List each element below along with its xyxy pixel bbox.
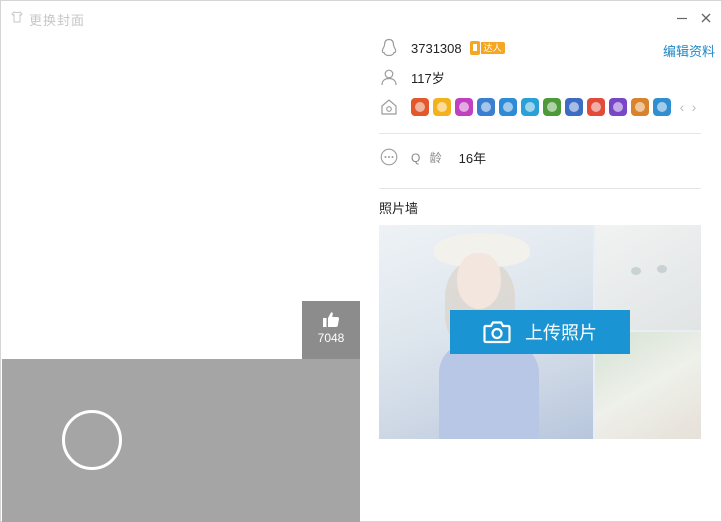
person-icon	[379, 67, 399, 87]
divider	[379, 133, 701, 134]
info-panel: 3731308 达人 编辑资料 117岁 ‹ › Q 龄 16年 照片墙 上传照…	[361, 35, 722, 522]
shirt-icon	[11, 11, 23, 23]
badges-row: ‹ ›	[379, 96, 699, 118]
home-star-icon	[379, 97, 399, 117]
badge-1-icon[interactable]	[411, 98, 429, 116]
age-value: 117岁	[411, 70, 445, 86]
q-age-row: Q 龄 16年	[379, 146, 486, 168]
window-title: 更换封面	[29, 13, 86, 28]
mobile-icon	[469, 41, 480, 55]
more-dots-icon	[379, 147, 399, 167]
daren-badge[interactable]: 达人	[469, 41, 505, 55]
badge-10-icon[interactable]	[609, 98, 627, 116]
penguin-icon	[379, 38, 399, 58]
badge-8-icon[interactable]	[565, 98, 583, 116]
upload-photo-label: 上传照片	[525, 323, 597, 343]
title-bar: 更换封面	[1, 1, 721, 35]
close-icon	[701, 13, 711, 23]
badge-11-icon[interactable]	[631, 98, 649, 116]
badge-6-icon[interactable]	[521, 98, 539, 116]
camera-icon	[483, 321, 511, 344]
photo-wall: 上传照片	[379, 225, 701, 439]
minimize-button[interactable]	[671, 7, 693, 29]
badge-9-icon[interactable]	[587, 98, 605, 116]
cover-panel[interactable]: 7048	[2, 35, 360, 522]
avatar[interactable]	[62, 410, 122, 470]
q-age-value: 16年	[458, 150, 487, 166]
daren-tag: 达人	[480, 42, 505, 54]
badges-prev-button[interactable]: ‹	[677, 99, 687, 115]
edit-profile-link[interactable]: 编辑资料	[663, 41, 715, 60]
profile-window: 更换封面 7048 3731308 达人 编辑资料 117岁 ‹ › Q 龄 1…	[0, 0, 722, 522]
badge-12-icon[interactable]	[653, 98, 671, 116]
qq-number: 3731308	[411, 40, 462, 56]
badge-5-icon[interactable]	[499, 98, 517, 116]
age-row: 117岁	[379, 66, 445, 88]
badges-next-button[interactable]: ›	[689, 99, 699, 115]
close-button[interactable]	[695, 7, 717, 29]
cover-bottom-band	[2, 359, 360, 522]
like-button[interactable]: 7048	[302, 301, 360, 359]
qq-number-row: 3731308 达人 编辑资料	[379, 37, 719, 59]
upload-photo-button[interactable]: 上传照片	[450, 310, 630, 354]
minimize-icon	[677, 17, 687, 20]
photo-wall-title: 照片墙	[379, 201, 419, 216]
service-badges	[411, 98, 675, 116]
badge-7-icon[interactable]	[543, 98, 561, 116]
thumbs-up-icon	[323, 312, 340, 327]
badge-2-icon[interactable]	[433, 98, 451, 116]
badge-4-icon[interactable]	[477, 98, 495, 116]
badge-3-icon[interactable]	[455, 98, 473, 116]
divider	[379, 188, 701, 189]
q-age-label: Q 龄	[411, 150, 445, 165]
like-count: 7048	[317, 331, 345, 345]
